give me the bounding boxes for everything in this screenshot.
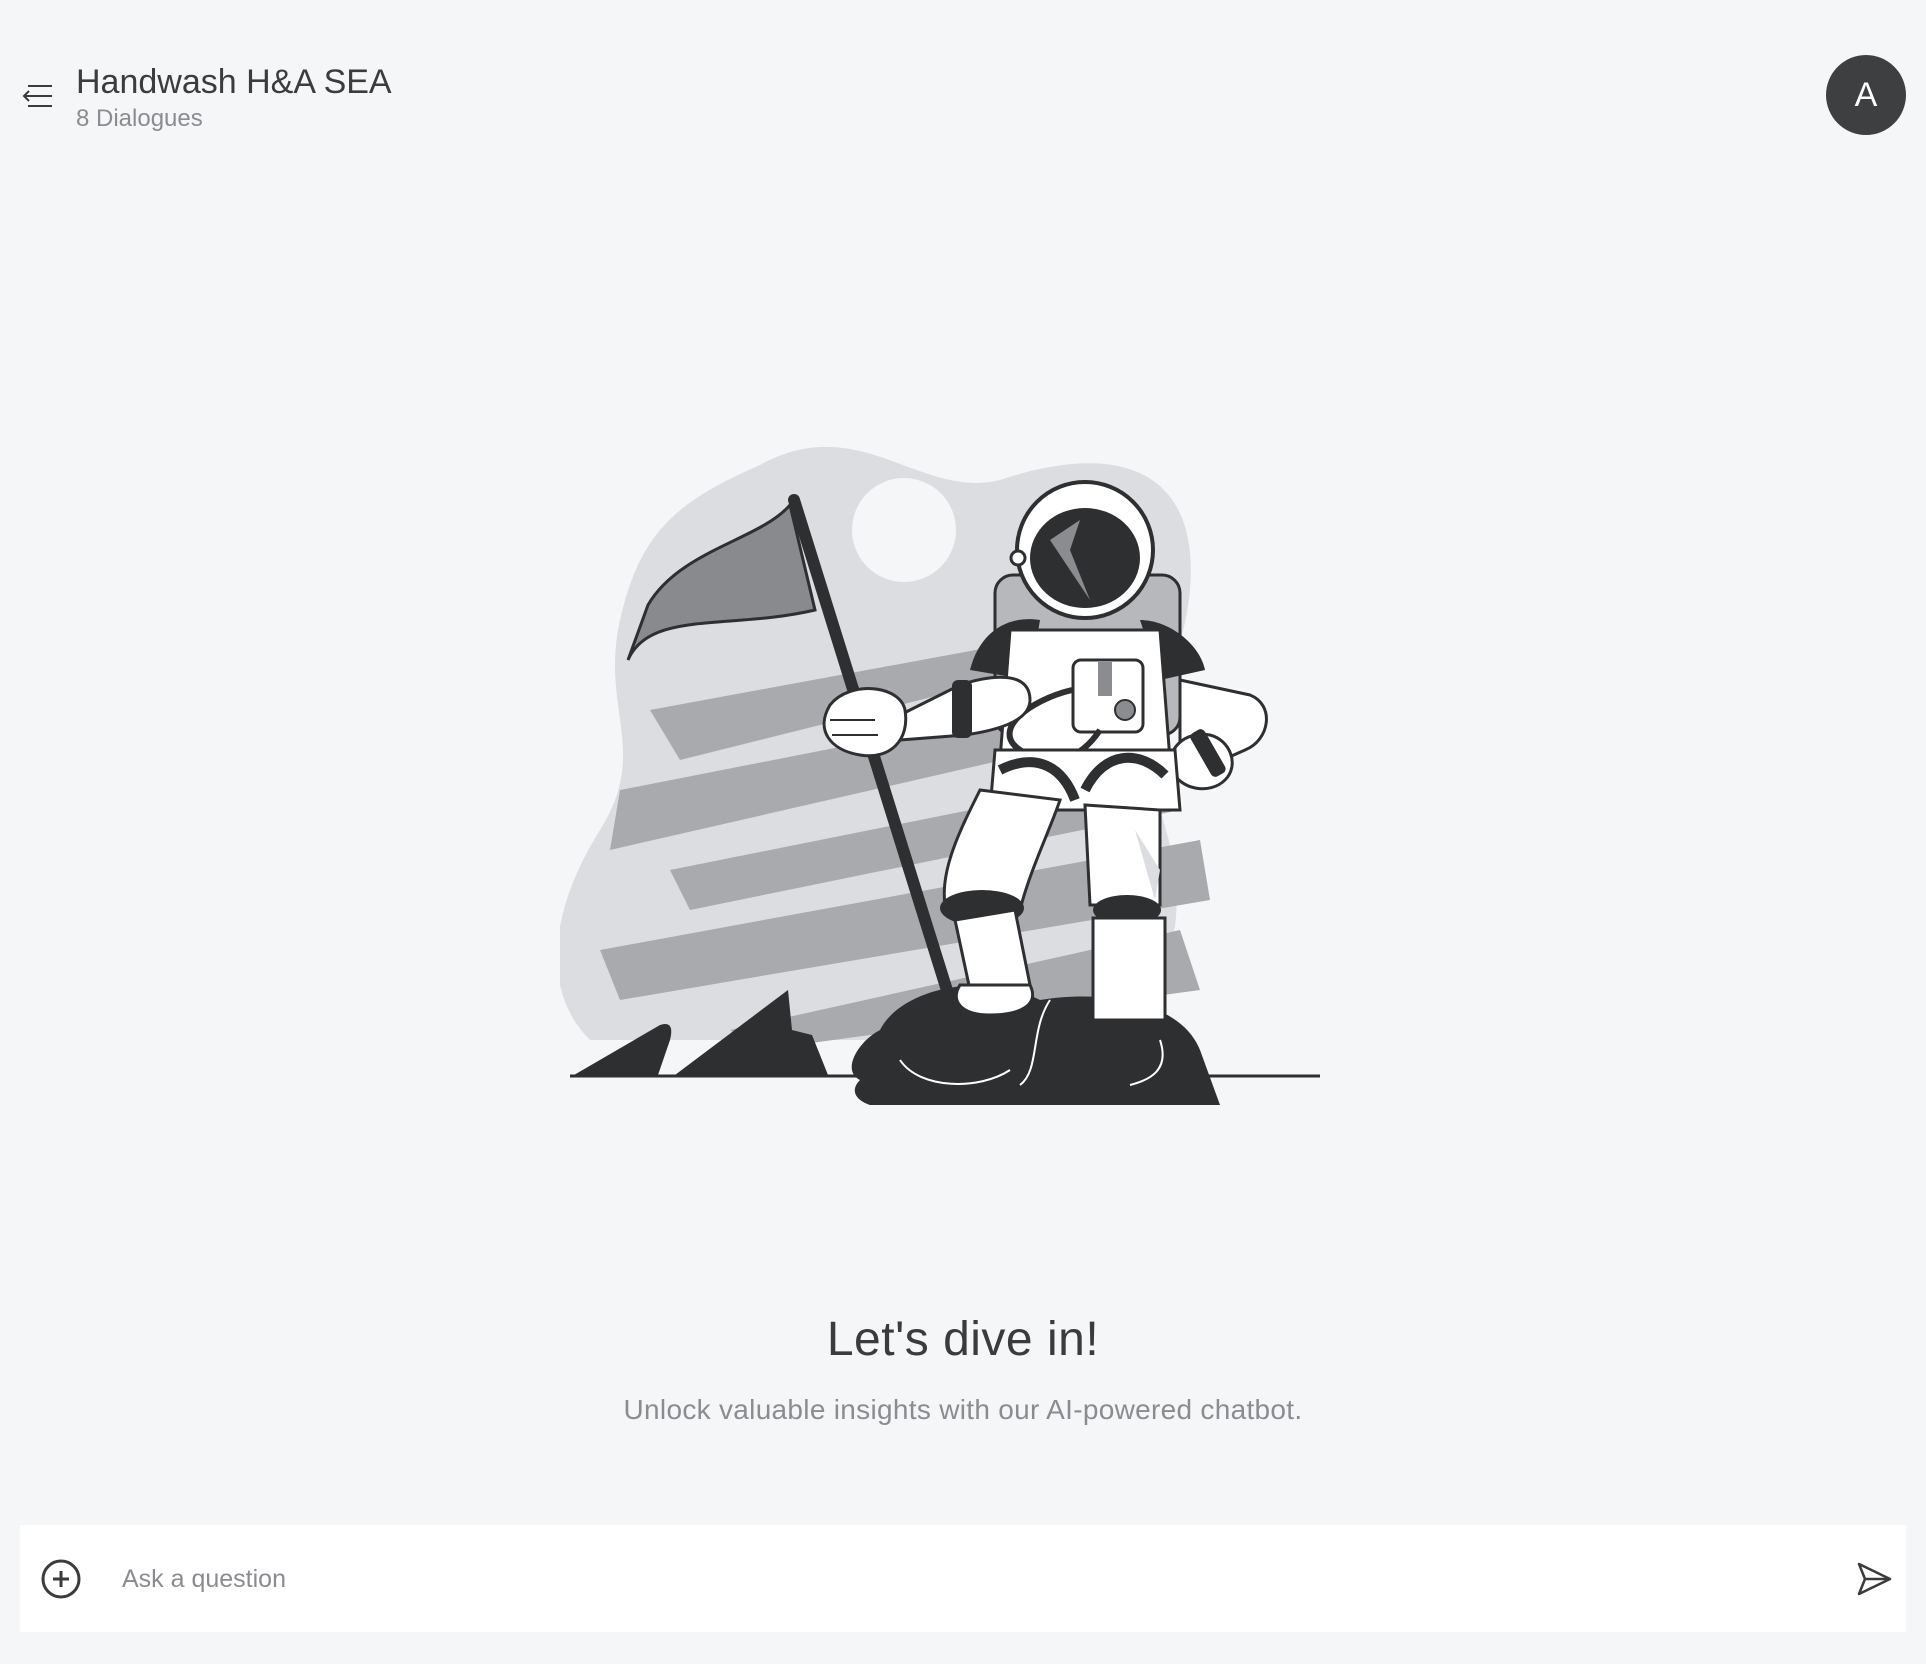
chat-app: Handwash H&A SEA 8 Dialogues A Let's div…: [0, 0, 1926, 1664]
avatar[interactable]: A: [1826, 55, 1906, 135]
question-input[interactable]: [120, 1553, 1824, 1605]
menu-collapse-icon: [22, 85, 52, 107]
avatar-initial: A: [1854, 75, 1878, 114]
send-icon: [1857, 1562, 1892, 1596]
astronaut-illustration: [557, 430, 1360, 1130]
send-button[interactable]: [1854, 1559, 1894, 1599]
add-attachment-button[interactable]: [40, 1558, 82, 1600]
header: Handwash H&A SEA 8 Dialogues A: [0, 0, 1926, 190]
welcome-section: Let's dive in! Unlock valuable insights …: [0, 1310, 1926, 1428]
dialogue-count: 8 Dialogues: [76, 105, 203, 132]
welcome-headline: Let's dive in!: [826, 1313, 1100, 1366]
composer-bar: [20, 1525, 1906, 1632]
page-title: Handwash H&A SEA: [76, 63, 392, 101]
astronaut-flag-illustration-icon: [557, 446, 1350, 1105]
title-block: Handwash H&A SEA 8 Dialogues: [76, 62, 392, 134]
plus-circle-icon: [41, 1559, 81, 1599]
menu-toggle-button[interactable]: [18, 76, 58, 116]
welcome-tagline: Unlock valuable insights with our AI-pow…: [623, 1394, 1303, 1425]
